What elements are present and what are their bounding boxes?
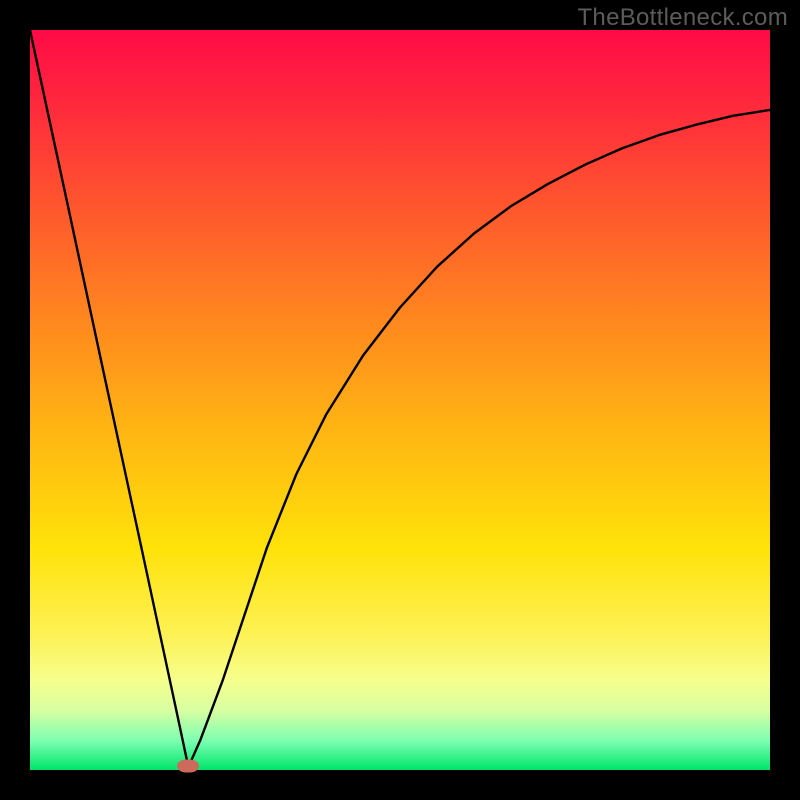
- bottleneck-curve: [30, 30, 770, 767]
- chart-frame: TheBottleneck.com: [0, 0, 800, 800]
- watermark-text: TheBottleneck.com: [577, 4, 788, 32]
- plot-area: [30, 30, 770, 770]
- minimum-marker: [177, 759, 199, 772]
- curve-layer: [30, 30, 770, 770]
